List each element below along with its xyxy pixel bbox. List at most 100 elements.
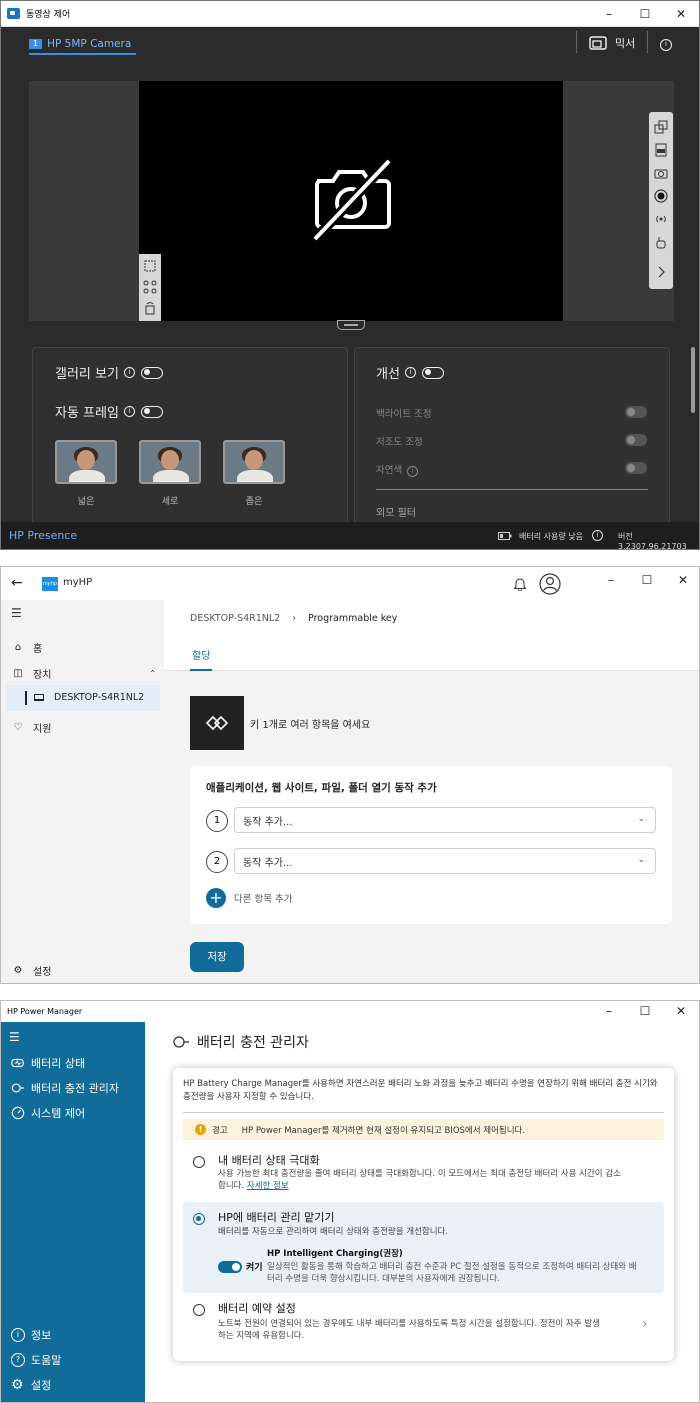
lowlight-toggle[interactable] (625, 434, 647, 446)
tab-assign[interactable]: 할당 (190, 647, 213, 671)
record-icon[interactable] (654, 189, 668, 203)
hand-icon[interactable] (654, 236, 668, 250)
info-icon[interactable]: i (404, 367, 416, 378)
option-description: 사용 가능한 최대 충전량을 줄여 배터리 상태를 극대화합니다. 이 모드에서… (218, 1168, 621, 1192)
minimize-button[interactable]: – (591, 1001, 627, 1022)
window-title: 동영상 제어 (26, 10, 71, 20)
thumb-label: 좁은 (245, 497, 263, 507)
frame-select-icon[interactable] (143, 259, 157, 273)
enhance-toggle[interactable] (421, 366, 444, 379)
option-description: 노트북 전원이 연결되어 있는 경우에도 내부 배터리를 사용하도록 특정 시간… (218, 1318, 600, 1342)
chevron-right-icon[interactable]: › (642, 1316, 648, 1332)
divider (183, 1112, 664, 1113)
right-toolbar (649, 112, 673, 289)
diamond-icon (205, 715, 229, 731)
title-bar: HP Power Manager – ☐ ✕ (1, 1001, 699, 1022)
maximize-button[interactable]: ☐ (627, 1, 663, 26)
breadcrumb-device[interactable]: DESKTOP-S4R1NL2 (190, 613, 280, 624)
thumb-portrait[interactable] (139, 440, 201, 484)
account-icon[interactable] (539, 573, 561, 595)
natural-color-row: 자연색 i (376, 462, 419, 477)
camera-app-icon (7, 8, 20, 19)
info-icon[interactable]: i (123, 406, 135, 417)
nav-help[interactable]: ? 도움말 (11, 1352, 61, 1368)
left-toolbar (139, 254, 161, 321)
help-icon: ? (11, 1353, 25, 1367)
intro-line: HP Battery Charge Manager를 사용하면 자연스러운 배터… (183, 1079, 658, 1089)
sidebar: ☰ 배터리 상태 배터리 충전 관리자 시스템 제어 i 정보 ? 도움말 ⚙ … (1, 1022, 145, 1402)
info-icon[interactable]: i (407, 466, 419, 477)
info-icon[interactable]: i (592, 530, 603, 541)
nav-home[interactable]: ⌂ 홈 (11, 640, 42, 655)
broadcast-icon[interactable] (654, 212, 668, 226)
action-number: 2 (206, 851, 228, 873)
close-button[interactable]: ✕ (665, 567, 699, 593)
nav-battery-status[interactable]: 배터리 상태 (11, 1055, 85, 1071)
nav-info[interactable]: i 정보 (11, 1327, 51, 1343)
hamburger-icon[interactable]: ☰ (9, 1030, 20, 1044)
popout-icon[interactable] (654, 120, 668, 134)
pdf-icon[interactable] (654, 143, 668, 157)
nodes-icon[interactable] (143, 280, 157, 294)
backlight-toggle[interactable] (625, 406, 647, 418)
dropdown-placeholder: 동작 추가... (243, 816, 293, 828)
add-more-button[interactable]: + 다른 항목 추가 (206, 888, 292, 908)
nav-devices-label: 장치 (33, 670, 52, 681)
gallery-toggle[interactable] (140, 366, 163, 379)
save-button[interactable]: 저장 (190, 942, 244, 972)
chevron-right-icon: › (292, 613, 297, 624)
thumb-narrow[interactable] (223, 440, 285, 484)
mixer-button[interactable]: 믹서 (589, 35, 635, 51)
info-button[interactable]: i (660, 36, 672, 51)
nav-settings[interactable]: ⚙ 설정 (11, 963, 52, 978)
intelligent-charging-toggle[interactable]: 켜기 (218, 1260, 263, 1273)
autoframe-toggle[interactable] (140, 405, 163, 418)
intro-line: 충전량을 사용자 지정할 수 있습니다. (183, 1092, 314, 1102)
minimize-button[interactable]: – (593, 567, 629, 593)
nav-settings[interactable]: ⚙ 설정 (11, 1377, 51, 1393)
bell-icon[interactable] (513, 576, 527, 591)
nav-charge-manager[interactable]: 배터리 충전 관리자 (11, 1080, 119, 1096)
more-info-link[interactable]: 자세한 정보 (247, 1181, 289, 1191)
radio-maximize-health[interactable] (193, 1156, 205, 1168)
selected-option: HP에 배터리 관리 맡기기 배터리를 자동으로 관리하여 배터리 상태와 충전… (183, 1202, 664, 1293)
close-button[interactable]: ✕ (663, 1001, 699, 1022)
dropdown-placeholder: 동작 추가... (243, 857, 293, 869)
nav-devices[interactable]: ◫ 장치 ⌃ (11, 666, 156, 681)
plus-icon: + (206, 888, 226, 908)
action-dropdown[interactable]: 동작 추가... ⌄ (234, 848, 656, 874)
collapse-handle[interactable] (337, 320, 365, 330)
minimize-button[interactable]: – (591, 1, 627, 26)
natural-toggle[interactable] (625, 462, 647, 474)
pip-icon (589, 36, 607, 50)
autoframe-row: 자동 프레임 i (55, 402, 163, 421)
thumb-wide[interactable] (55, 440, 117, 484)
nav-support-label: 지원 (33, 724, 52, 735)
nav-support[interactable]: ♡ 지원 (11, 720, 52, 735)
nav-help-label: 도움말 (31, 1354, 62, 1367)
battery-status: 배터리 사용량 낮음 (519, 532, 583, 541)
card-title: 애플리케이션, 웹 사이트, 파일, 폴더 열기 동작 추가 (206, 782, 437, 794)
maximize-button[interactable]: ☐ (627, 1001, 663, 1022)
nav-settings-label: 설정 (31, 1379, 52, 1392)
radio-battery-schedule[interactable] (193, 1304, 205, 1316)
radio-hp-managed[interactable] (193, 1213, 205, 1225)
nav-device-selected[interactable]: DESKTOP-S4R1NL2 (5, 685, 160, 711)
camera-tab[interactable]: 1 HP 5MP Camera (29, 34, 136, 55)
action-dropdown[interactable]: 동작 추가... ⌄ (234, 807, 656, 833)
key-tile (190, 696, 244, 750)
rotate-icon[interactable] (143, 301, 157, 315)
action-card: 애플리케이션, 웹 사이트, 파일, 폴더 열기 동작 추가 1 동작 추가..… (190, 766, 672, 924)
home-icon: ⌂ (14, 642, 22, 653)
info-icon[interactable]: i (123, 367, 135, 378)
scrollbar[interactable] (691, 347, 695, 413)
back-arrow-icon[interactable]: ← (11, 575, 23, 591)
gear-icon: ⚙ (11, 1377, 24, 1393)
camera-icon[interactable] (654, 166, 668, 180)
close-button[interactable]: ✕ (663, 1, 699, 26)
camera-preview (139, 81, 563, 321)
maximize-button[interactable]: ☐ (629, 567, 665, 593)
nav-system-control[interactable]: 시스템 제어 (11, 1105, 85, 1121)
chevron-right-icon[interactable] (654, 265, 668, 279)
hamburger-icon[interactable]: ☰ (11, 606, 22, 620)
